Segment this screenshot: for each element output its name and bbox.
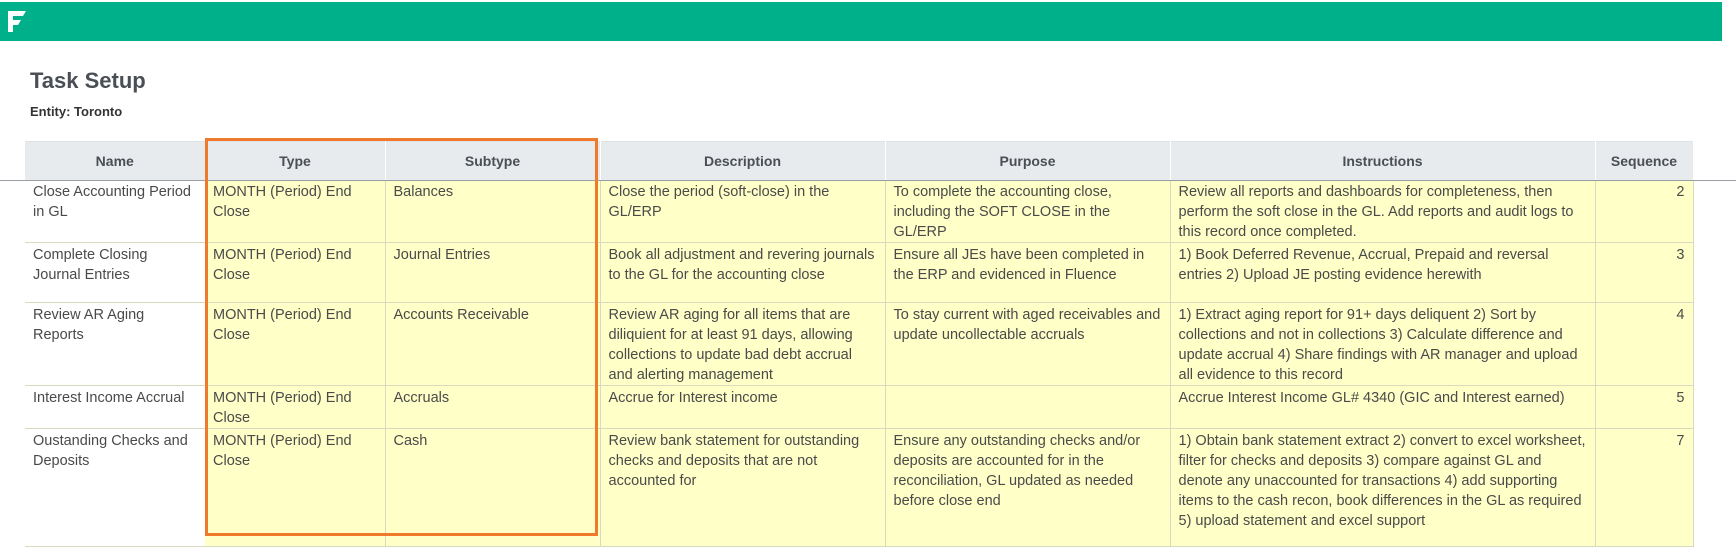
cell-description[interactable]: Review AR aging for all items that are d… [600, 302, 886, 386]
header-divider-line [0, 180, 1736, 181]
app-header-bar [0, 2, 1722, 41]
column-header-subtype[interactable]: Subtype [385, 141, 601, 180]
table-header-row: Name Type Subtype Description Purpose In… [25, 141, 1694, 180]
column-header-type[interactable]: Type [205, 141, 386, 180]
cell-name[interactable]: Close Accounting Period in GL [25, 180, 205, 243]
cell-sequence[interactable]: 2 [1595, 180, 1694, 243]
cell-purpose[interactable]: Ensure any outstanding checks and/or dep… [885, 428, 1171, 547]
cell-description[interactable]: Book all adjustment and revering journal… [600, 242, 886, 303]
cell-type[interactable]: MONTH (Period) End Close [205, 385, 386, 429]
cell-name[interactable]: Oustanding Checks and Deposits [25, 428, 205, 547]
cell-name[interactable]: Complete Closing Journal Entries [25, 242, 205, 303]
cell-purpose[interactable] [885, 385, 1171, 429]
cell-name[interactable]: Review AR Aging Reports [25, 302, 205, 386]
page-title: Task Setup [30, 68, 146, 93]
cell-sequence[interactable]: 3 [1595, 242, 1694, 303]
entity-label: Entity: Toronto [30, 104, 123, 119]
cell-type[interactable]: MONTH (Period) End Close [205, 302, 386, 386]
cell-subtype[interactable]: Accruals [385, 385, 601, 429]
cell-sequence[interactable]: 4 [1595, 302, 1694, 386]
table-row[interactable]: Oustanding Checks and Deposits MONTH (Pe… [25, 428, 1694, 547]
cell-sequence[interactable]: 7 [1595, 428, 1694, 547]
cell-type[interactable]: MONTH (Period) End Close [205, 428, 386, 547]
cell-instructions[interactable]: Review all reports and dashboards for co… [1170, 180, 1596, 243]
cell-type[interactable]: MONTH (Period) End Close [205, 242, 386, 303]
cell-sequence[interactable]: 5 [1595, 385, 1694, 429]
cell-subtype[interactable]: Cash [385, 428, 601, 547]
cell-instructions[interactable]: 1) Extract aging report for 91+ days del… [1170, 302, 1596, 386]
column-header-instructions[interactable]: Instructions [1170, 141, 1596, 180]
column-header-purpose[interactable]: Purpose [885, 141, 1171, 180]
table-row[interactable]: Interest Income Accrual MONTH (Period) E… [25, 385, 1694, 429]
cell-subtype[interactable]: Balances [385, 180, 601, 243]
cell-description[interactable]: Accrue for Interest income [600, 385, 886, 429]
table-row[interactable]: Complete Closing Journal Entries MONTH (… [25, 242, 1694, 303]
cell-description[interactable]: Review bank statement for outstanding ch… [600, 428, 886, 547]
cell-purpose[interactable]: To complete the accounting close, includ… [885, 180, 1171, 243]
cell-type[interactable]: MONTH (Period) End Close [205, 180, 386, 243]
cell-instructions[interactable]: 1) Book Deferred Revenue, Accrual, Prepa… [1170, 242, 1596, 303]
cell-description[interactable]: Close the period (soft-close) in the GL/… [600, 180, 886, 243]
table-row[interactable]: Close Accounting Period in GL MONTH (Per… [25, 180, 1694, 243]
cell-instructions[interactable]: 1) Obtain bank statement extract 2) conv… [1170, 428, 1596, 547]
cell-purpose[interactable]: To stay current with aged receivables an… [885, 302, 1171, 386]
cell-purpose[interactable]: Ensure all JEs have been completed in th… [885, 242, 1171, 303]
column-header-name[interactable]: Name [25, 141, 206, 180]
column-header-description[interactable]: Description [600, 141, 886, 180]
cell-name[interactable]: Interest Income Accrual [25, 385, 205, 429]
task-setup-table: Name Type Subtype Description Purpose In… [25, 141, 1694, 547]
cell-subtype[interactable]: Accounts Receivable [385, 302, 601, 386]
cell-instructions[interactable]: Accrue Interest Income GL# 4340 (GIC and… [1170, 385, 1596, 429]
fluence-logo-icon[interactable] [4, 7, 30, 35]
table-row[interactable]: Review AR Aging Reports MONTH (Period) E… [25, 302, 1694, 386]
column-header-sequence[interactable]: Sequence [1595, 141, 1694, 180]
cell-subtype[interactable]: Journal Entries [385, 242, 601, 303]
